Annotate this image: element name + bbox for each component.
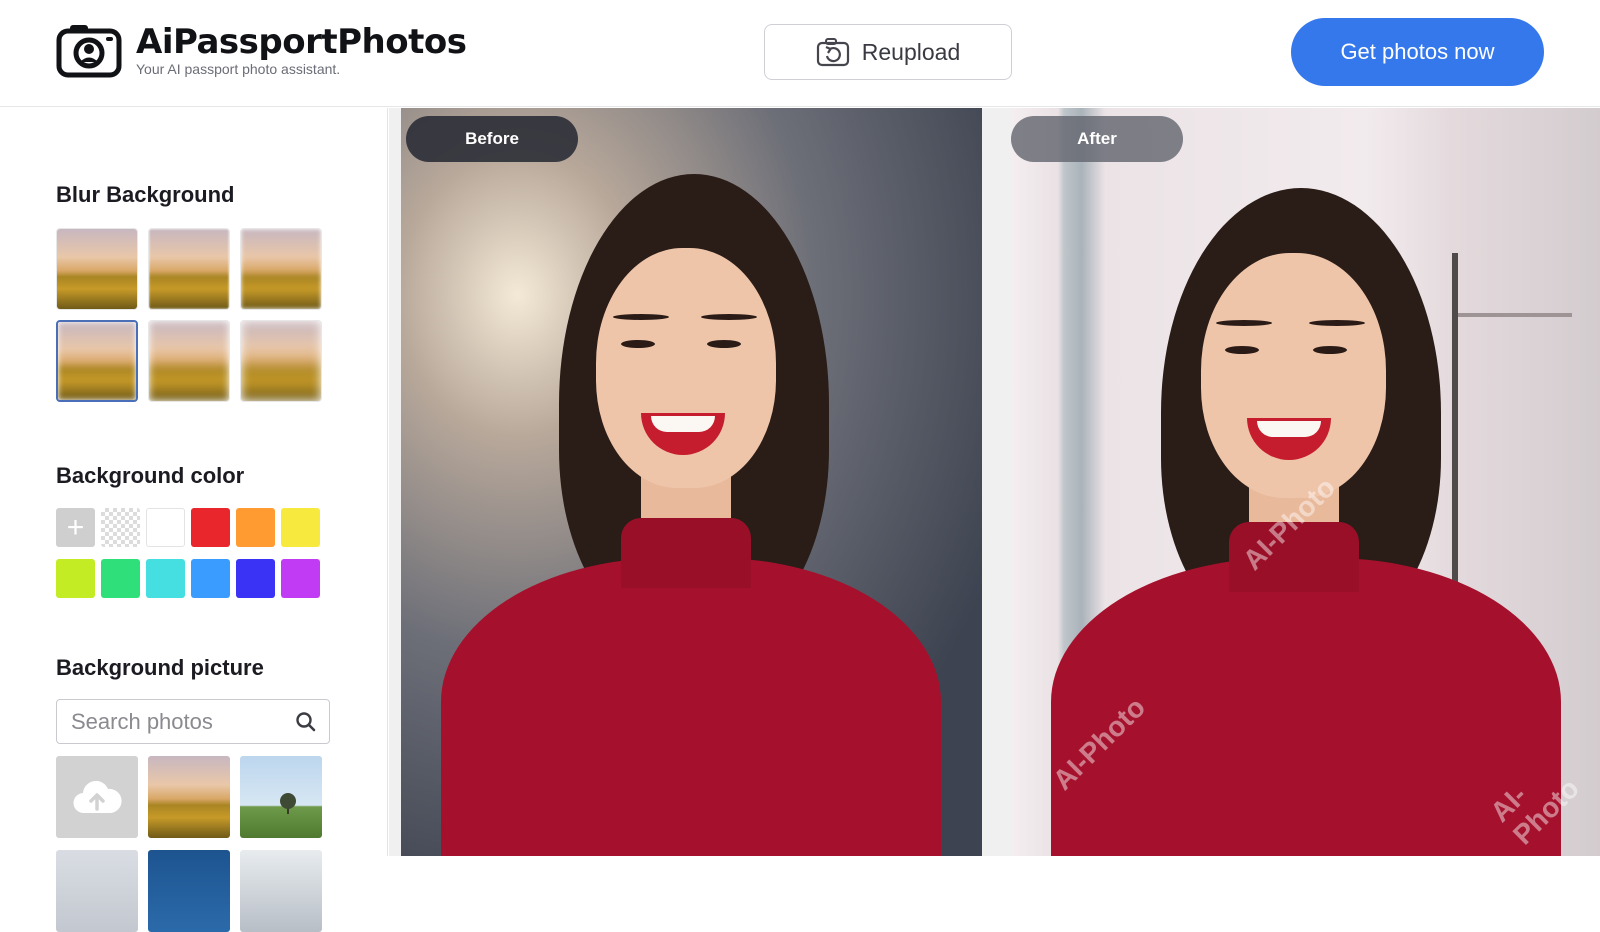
search-icon[interactable] — [295, 711, 317, 733]
tree-icon — [280, 793, 296, 814]
background-picture-6[interactable] — [240, 850, 322, 932]
swatch-purple[interactable] — [281, 559, 320, 598]
background-picture-4[interactable] — [56, 850, 138, 932]
swatch-yellow[interactable] — [281, 508, 320, 547]
blur-option-1[interactable] — [56, 228, 138, 310]
blur-option-2[interactable] — [148, 228, 230, 310]
blur-option-6[interactable] — [240, 320, 322, 402]
background-pictures — [56, 756, 322, 932]
swatch-green[interactable] — [101, 559, 140, 598]
after-photo: AI-Photo AI-Photo AI-Photo — [1011, 108, 1600, 856]
swatch-white[interactable] — [146, 508, 185, 547]
app-header: AiPassportPhotos Your AI passport photo … — [0, 0, 1600, 107]
editor-sidebar: Blur Background Background color + Backg… — [0, 108, 388, 932]
cloud-upload-icon — [73, 780, 122, 814]
background-picture-balloons[interactable] — [148, 756, 230, 838]
reupload-label: Reupload — [861, 38, 961, 65]
brand-tagline: Your AI passport photo assistant. — [136, 61, 341, 77]
get-photos-button[interactable]: Get photos now — [1291, 18, 1544, 86]
swatch-blue[interactable] — [191, 559, 230, 598]
after-label: After — [1011, 116, 1183, 162]
color-swatches: + — [56, 508, 320, 598]
blur-background-title: Blur Background — [56, 182, 235, 207]
swatch-red[interactable] — [191, 508, 230, 547]
camera-logo-icon — [56, 25, 122, 78]
blur-option-3[interactable] — [240, 228, 322, 310]
search-input[interactable] — [71, 708, 291, 735]
photo-preview: AI-Photo AI-Photo AI-Photo Before After — [389, 108, 1600, 856]
blur-options — [56, 228, 322, 402]
swatch-cyan[interactable] — [146, 559, 185, 598]
brand-logo[interactable]: AiPassportPhotos Your AI passport photo … — [56, 22, 467, 78]
camera-refresh-icon — [816, 38, 849, 67]
swatch-transparent[interactable] — [101, 508, 140, 547]
swatch-indigo[interactable] — [236, 559, 275, 598]
brand-name: AiPassportPhotos — [136, 22, 467, 62]
background-picture-5[interactable] — [148, 850, 230, 932]
background-color-title: Background color — [56, 463, 245, 488]
blur-option-5[interactable] — [148, 320, 230, 402]
swatch-orange[interactable] — [236, 508, 275, 547]
blur-option-4[interactable] — [56, 320, 138, 402]
before-photo — [401, 108, 982, 856]
before-label: Before — [406, 116, 578, 162]
person-before — [401, 108, 982, 856]
background-picture-tree-field[interactable] — [240, 756, 322, 838]
photo-search-box — [56, 699, 330, 744]
add-color-button[interactable]: + — [56, 508, 95, 547]
background-picture-title: Background picture — [56, 655, 264, 680]
swatch-lime[interactable] — [56, 559, 95, 598]
upload-background-button[interactable] — [56, 756, 138, 838]
reupload-button[interactable]: Reupload — [764, 24, 1012, 80]
